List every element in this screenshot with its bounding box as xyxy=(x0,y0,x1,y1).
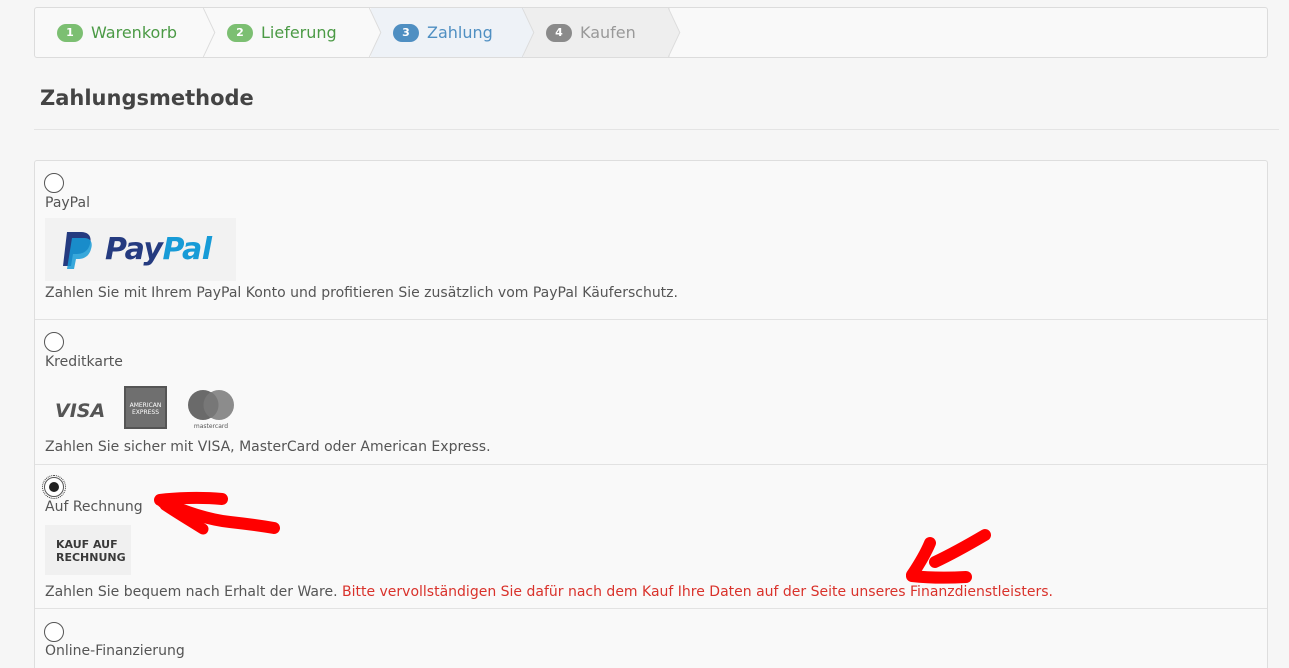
step-number: 2 xyxy=(227,23,253,42)
method-name: Kreditkarte xyxy=(45,354,123,370)
visa-logo: VISA xyxy=(55,400,106,422)
paypal-radio[interactable] xyxy=(44,173,64,193)
method-description: Zahlen Sie sicher mit VISA, MasterCard o… xyxy=(45,439,491,455)
description-text: Zahlen Sie bequem nach Erhalt der Ware. xyxy=(45,584,338,600)
paypal-logo-text: Pay xyxy=(105,232,163,267)
logo-line: RECHNUNG xyxy=(56,551,126,564)
step-lieferung[interactable]: 2 Lieferung xyxy=(205,8,382,57)
warning-notice: Bitte vervollständigen Sie dafür nach de… xyxy=(341,584,1053,600)
payment-method-list: PayPal PayPal Zahlen Sie mit Ihrem PayPa… xyxy=(34,160,1268,668)
page-title: Zahlungsmethode xyxy=(40,86,254,110)
paypal-p-icon xyxy=(63,231,92,269)
method-name: Online-Finanzierung xyxy=(45,643,185,659)
chevron-right-icon xyxy=(522,8,535,57)
step-label: Kaufen xyxy=(580,23,636,42)
step-number: 4 xyxy=(546,23,572,42)
step-label: Lieferung xyxy=(261,23,337,42)
payment-method-rechnung[interactable]: Auf Rechnung Zahlen Sie bequem nach Erha… xyxy=(35,465,1267,609)
kauf-auf-rechnung-logo: KAUF AUF RECHNUNG xyxy=(45,525,131,575)
divider xyxy=(34,129,1279,130)
card-logos: VISA AMERICAN EXPRESS mastercard xyxy=(45,386,245,431)
logo-line: KAUF AUF xyxy=(56,538,118,551)
step-warenkorb[interactable]: 1 Warenkorb xyxy=(35,8,216,57)
chevron-right-icon xyxy=(369,8,382,57)
step-kaufen[interactable]: 4 Kaufen xyxy=(524,8,681,57)
chevron-right-icon xyxy=(203,8,216,57)
step-label: Zahlung xyxy=(427,23,493,42)
method-name: PayPal xyxy=(45,195,90,211)
mastercard-logo: mastercard xyxy=(188,390,234,430)
mastercard-logo-text: mastercard xyxy=(194,423,228,430)
kreditkarte-radio[interactable] xyxy=(44,332,64,352)
method-name: Auf Rechnung xyxy=(45,499,143,515)
chevron-right-icon xyxy=(668,8,681,57)
method-description: Zahlen Sie bequem nach Erhalt der Ware. … xyxy=(45,584,1053,600)
step-number: 3 xyxy=(393,23,419,42)
step-zahlung[interactable]: 3 Zahlung xyxy=(371,8,535,57)
finanzierung-radio[interactable] xyxy=(44,622,64,642)
rechnung-radio[interactable] xyxy=(42,475,66,499)
paypal-logo: PayPal xyxy=(45,218,236,281)
payment-method-online-finanzierung[interactable]: Online-Finanzierung xyxy=(35,609,1267,668)
paypal-logo-text: Pal xyxy=(162,232,212,267)
step-number: 1 xyxy=(57,23,83,42)
step-label: Warenkorb xyxy=(91,23,178,42)
amex-logo: AMERICAN EXPRESS xyxy=(124,386,167,429)
payment-method-paypal[interactable]: PayPal PayPal Zahlen Sie mit Ihrem PayPa… xyxy=(35,161,1267,320)
checkout-steps: 1 Warenkorb 2 Lieferung 3 Zahlung 4 Kauf… xyxy=(34,7,1268,58)
method-description: Zahlen Sie mit Ihrem PayPal Konto und pr… xyxy=(45,285,678,301)
